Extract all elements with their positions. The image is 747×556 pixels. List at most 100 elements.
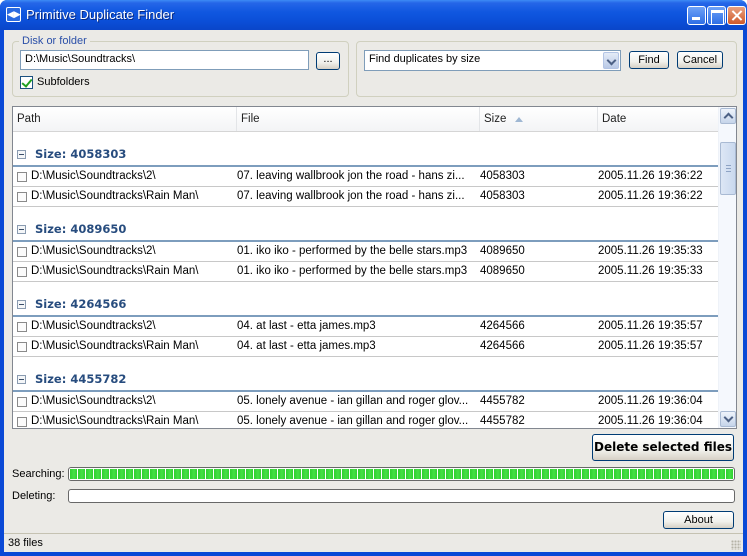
cell-path: D:\Music\Soundtracks\2\ (31, 245, 156, 257)
group-header[interactable]: Size: 4089650 (13, 207, 718, 242)
minimize-button[interactable] (687, 6, 706, 25)
collapse-icon[interactable] (17, 150, 26, 159)
browse-button[interactable]: ... (316, 52, 340, 70)
maximize-button[interactable] (707, 6, 726, 25)
column-header-size[interactable]: Size (480, 107, 598, 131)
about-button[interactable]: About (663, 511, 734, 529)
column-header-date[interactable]: Date (598, 107, 718, 131)
table-row[interactable]: D:\Music\Soundtracks\2\ 05. lonely avenu… (13, 392, 718, 412)
cell-path: D:\Music\Soundtracks\Rain Man\ (31, 190, 199, 202)
window-title: Primitive Duplicate Finder (26, 7, 175, 22)
searching-progress-fill (70, 469, 733, 479)
disk-group-legend: Disk or folder (19, 35, 90, 47)
subfolders-checkbox[interactable] (20, 76, 33, 89)
table-row[interactable]: D:\Music\Soundtracks\Rain Man\ 05. lonel… (13, 412, 718, 428)
row-checkbox[interactable] (17, 192, 27, 202)
collapse-icon[interactable] (17, 225, 26, 234)
cell-file: 04. at last - etta james.mp3 (237, 340, 376, 352)
cell-file: 04. at last - etta james.mp3 (237, 320, 376, 332)
client-area: Disk or folder D:\Music\Soundtracks\ ...… (4, 30, 743, 552)
table-row[interactable]: D:\Music\Soundtracks\Rain Man\ 07. leavi… (13, 187, 718, 207)
collapse-icon[interactable] (17, 300, 26, 309)
group-title: Size: 4089650 (35, 222, 127, 236)
cell-size: 4264566 (480, 340, 525, 352)
group-title: Size: 4455782 (35, 372, 127, 386)
cell-size: 4455782 (480, 395, 525, 407)
column-header-file[interactable]: File (237, 107, 480, 131)
cell-path: D:\Music\Soundtracks\2\ (31, 395, 156, 407)
row-checkbox[interactable] (17, 342, 27, 352)
find-mode-value: Find duplicates by size (369, 53, 481, 65)
list-header: Path File Size Date (13, 107, 718, 132)
resize-grip-icon[interactable] (731, 540, 741, 550)
app-window: ◀▶ Primitive Duplicate Finder Disk or fo… (0, 0, 747, 556)
row-checkbox[interactable] (17, 417, 27, 427)
cell-date: 2005.11.26 19:35:57 (598, 320, 703, 332)
cell-path: D:\Music\Soundtracks\Rain Man\ (31, 415, 199, 427)
cell-date: 2005.11.26 19:36:22 (598, 170, 703, 182)
app-icon[interactable]: ◀▶ (6, 7, 21, 22)
row-checkbox[interactable] (17, 397, 27, 407)
close-button[interactable] (727, 6, 746, 25)
results-list[interactable]: Path File Size Date Size: 4058303 D:\Mus… (12, 106, 737, 429)
cancel-button[interactable]: Cancel (677, 51, 723, 69)
cell-date: 2005.11.26 19:36:22 (598, 190, 703, 202)
deleting-progress-bar (68, 489, 735, 503)
searching-label: Searching: (12, 468, 65, 480)
cell-size: 4455782 (480, 415, 525, 427)
cell-size: 4058303 (480, 170, 525, 182)
group-header[interactable]: Size: 4264566 (13, 282, 718, 317)
table-row[interactable]: D:\Music\Soundtracks\2\ 04. at last - et… (13, 317, 718, 337)
subfolders-label[interactable]: Subfolders (37, 76, 90, 88)
cell-path: D:\Music\Soundtracks\Rain Man\ (31, 340, 199, 352)
cell-date: 2005.11.26 19:35:33 (598, 245, 703, 257)
group-header[interactable]: Size: 4455782 (13, 357, 718, 392)
table-row[interactable]: D:\Music\Soundtracks\2\ 01. iko iko - pe… (13, 242, 718, 262)
cell-size: 4089650 (480, 265, 525, 277)
cell-file: 05. lonely avenue - ian gillan and roger… (237, 395, 469, 407)
cell-date: 2005.11.26 19:36:04 (598, 395, 703, 407)
cell-size: 4058303 (480, 190, 525, 202)
row-checkbox[interactable] (17, 322, 27, 332)
title-bar[interactable]: ◀▶ Primitive Duplicate Finder (0, 0, 747, 30)
row-checkbox[interactable] (17, 247, 27, 257)
table-row[interactable]: D:\Music\Soundtracks\2\ 07. leaving wall… (13, 167, 718, 187)
table-row[interactable]: D:\Music\Soundtracks\Rain Man\ 01. iko i… (13, 262, 718, 282)
group-title: Size: 4264566 (35, 297, 127, 311)
scroll-thumb[interactable] (720, 142, 736, 195)
grip-icon (726, 165, 731, 172)
cell-date: 2005.11.26 19:35:57 (598, 340, 703, 352)
cell-file: 01. iko iko - performed by the belle sta… (237, 245, 468, 257)
folder-path-input[interactable]: D:\Music\Soundtracks\ (20, 50, 309, 70)
cell-file: 07. leaving wallbrook jon the road - han… (237, 170, 465, 182)
scroll-down-icon[interactable] (720, 411, 736, 427)
group-header[interactable]: Size: 4058303 (13, 132, 718, 167)
row-checkbox[interactable] (17, 267, 27, 277)
table-row[interactable]: D:\Music\Soundtracks\Rain Man\ 04. at la… (13, 337, 718, 357)
row-checkbox[interactable] (17, 172, 27, 182)
cell-file: 01. iko iko - performed by the belle sta… (237, 265, 468, 277)
find-button[interactable]: Find (629, 51, 669, 69)
group-title: Size: 4058303 (35, 147, 127, 161)
cell-size: 4089650 (480, 245, 525, 257)
vertical-scrollbar[interactable] (718, 107, 736, 428)
file-count-status: 38 files (8, 537, 43, 549)
collapse-icon[interactable] (17, 375, 26, 384)
cell-size: 4264566 (480, 320, 525, 332)
deleting-label: Deleting: (12, 490, 56, 502)
delete-selected-files-button[interactable]: Delete selected files (592, 434, 734, 461)
cell-date: 2005.11.26 19:36:04 (598, 415, 703, 427)
cell-file: 05. lonely avenue - ian gillan and roger… (237, 415, 469, 427)
scroll-up-icon[interactable] (720, 108, 736, 124)
cell-path: D:\Music\Soundtracks\2\ (31, 320, 156, 332)
cell-path: D:\Music\Soundtracks\2\ (31, 170, 156, 182)
chevron-down-icon[interactable] (603, 52, 619, 69)
cell-date: 2005.11.26 19:35:33 (598, 265, 703, 277)
list-rows: Size: 4058303 D:\Music\Soundtracks\2\ 07… (13, 132, 718, 428)
status-bar: 38 files (4, 533, 743, 552)
cell-path: D:\Music\Soundtracks\Rain Man\ (31, 265, 199, 277)
sort-ascending-icon (515, 117, 523, 122)
column-header-path[interactable]: Path (13, 107, 237, 131)
find-mode-select[interactable]: Find duplicates by size (364, 50, 621, 71)
cell-file: 07. leaving wallbrook jon the road - han… (237, 190, 465, 202)
